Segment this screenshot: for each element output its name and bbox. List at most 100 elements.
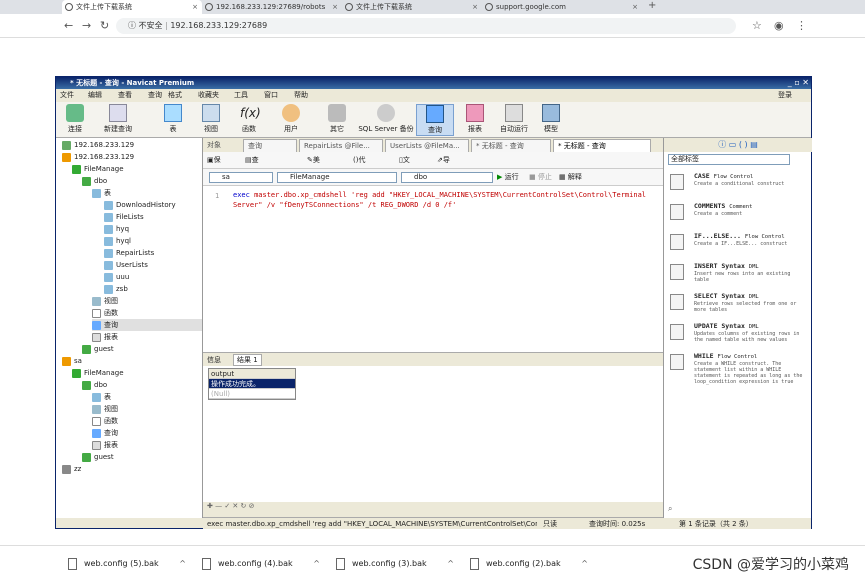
report-button[interactable]: 报表 [456,104,494,134]
server-select[interactable]: sa [209,172,273,183]
download-item[interactable]: web.config (3).bak ^ [324,554,454,574]
snippet-if-else[interactable]: IF...ELSE... Flow Control Create a IF...E… [670,232,808,260]
tree-item-connection[interactable]: 192.168.233.129 [62,139,134,151]
browser-tab[interactable]: 文件上传下载系统 × [342,0,482,14]
tree-item-table[interactable]: RepairLists [104,247,154,259]
tree-item-functions[interactable]: 函数 [92,415,118,427]
account-icon[interactable]: ◉ [774,19,784,32]
tree-item-database[interactable]: FileManage [72,367,124,379]
snippet-filter-select[interactable]: 全部标签 [668,154,790,165]
tree-item-table[interactable]: DownloadHistory [104,199,176,211]
export-result-button[interactable]: ⇗ 导出结果 [437,152,450,215]
tree-item-connection[interactable]: sa [62,355,82,367]
forward-icon[interactable]: → [82,19,91,32]
chevron-up-icon[interactable]: ^ [179,554,186,574]
tree-item-table[interactable]: hyq [104,223,129,235]
tree-item-table[interactable]: uuu [104,271,129,283]
tree-item-reports[interactable]: 报表 [92,331,118,343]
close-icon[interactable]: × [332,0,338,14]
tree-item-reports[interactable]: 报表 [92,439,118,451]
tree-item-table[interactable]: zsb [104,283,128,295]
search-icon[interactable]: ⌕ [668,504,672,514]
query-builder-button[interactable]: ▤ 查询创建工具 [245,152,259,249]
stop-button[interactable]: ■ 停止 [529,172,552,183]
snippet-button[interactable]: () 代码段 [353,152,365,198]
menu-tools[interactable]: 工具 [234,89,248,102]
tab-repairlists[interactable]: RepairLists @File... [299,139,383,152]
model-button[interactable]: 模型 [532,104,570,134]
snippet-while[interactable]: WHILE Flow Control Create a WHILE constru… [670,352,808,392]
table-button[interactable]: 表 [154,104,192,134]
table-row[interactable]: (Null) [209,389,295,399]
tab-userlists[interactable]: UserLists @FileMa... [385,139,469,152]
browser-tab[interactable]: 文件上传下载系统 × [62,0,202,14]
url-input[interactable]: ⓘ 不安全 | 192.168.233.129:27689 [116,18,736,34]
menu-format[interactable]: 格式 [168,89,182,102]
tree-item-tables[interactable]: 表 [92,391,111,403]
menu-help[interactable]: 帮助 [294,89,308,102]
tree-item-connection[interactable]: 192.168.233.129 [62,151,134,163]
tree-item-schema[interactable]: dbo [82,175,107,187]
menu-icon[interactable]: ⋮ [796,19,807,32]
login-link[interactable]: 登录 [778,89,792,102]
tree-item-schema[interactable]: guest [82,451,114,463]
menu-file[interactable]: 文件 [60,89,74,102]
browser-tab[interactable]: support.google.com × [482,0,642,14]
snippet-case[interactable]: CASE Flow Control Create a conditional co… [670,172,808,200]
tree-item-views[interactable]: 视图 [92,403,118,415]
menu-view[interactable]: 查看 [118,89,132,102]
nav-buttons[interactable]: ✚ — ✓ ✕ ↻ ⊘ [207,502,254,510]
tree-item-table[interactable]: FileLists [104,211,144,223]
window-controls[interactable]: _ ▫ ✕ [788,77,809,89]
user-button[interactable]: 用户 [272,104,310,134]
snippet-select[interactable]: SELECT Syntax DML Retrieve rows selected … [670,292,808,320]
schema-select[interactable]: dbo [401,172,493,183]
star-icon[interactable]: ☆ [752,19,762,32]
snippet-comments[interactable]: COMMENTS Comment Create a comment [670,202,808,230]
tab-result-1[interactable]: 结果 1 [233,354,262,366]
auto-run-button[interactable]: 自动运行 [492,104,536,134]
column-header[interactable]: output [209,369,295,379]
text-button[interactable]: ▯ 文本 [399,152,410,181]
menu-edit[interactable]: 编辑 [88,89,102,102]
tree-item-functions[interactable]: 函数 [92,307,118,319]
save-button[interactable]: ▣ 保存 [207,152,221,181]
explain-button[interactable]: ▦ 解释 [559,172,582,183]
sql-editor[interactable]: 1 exec master.dbo.xp_cmdshell 'reg add "… [203,186,663,352]
tree-item-queries[interactable]: 查询 [92,427,118,439]
function-button[interactable]: f(x) 函数 [230,104,268,134]
new-query-button[interactable]: 新建查询 [96,104,140,134]
back-icon[interactable]: ← [64,19,73,32]
tree-item-schema[interactable]: dbo [82,379,107,391]
database-select[interactable]: FileManage [277,172,397,183]
menu-window[interactable]: 窗口 [264,89,278,102]
new-tab-button[interactable]: + [648,0,656,11]
menu-query[interactable]: 查询 [148,89,162,102]
backup-button[interactable]: SQL Server 备份 [358,104,414,134]
snippet-update[interactable]: UPDATE Syntax DML Updates columns of exis… [670,322,808,350]
reload-icon[interactable]: ↻ [100,19,109,32]
browser-tab[interactable]: 192.168.233.129:27689/robots × [202,0,342,14]
table-row[interactable]: 操作成功完成。 [209,379,295,389]
tree-item-connection[interactable]: zz [62,463,81,475]
tab-info[interactable]: 信息 [207,355,221,365]
view-button[interactable]: 视图 [192,104,230,134]
tree-item-views[interactable]: 视图 [92,295,118,307]
chevron-up-icon[interactable]: ^ [447,554,454,574]
download-item[interactable]: web.config (2).bak ^ [458,554,588,574]
chevron-up-icon[interactable]: ^ [313,554,320,574]
tab-objects[interactable]: 对象 [203,139,239,152]
menu-favorites[interactable]: 收藏夹 [198,89,219,102]
connect-button[interactable]: 连接 [56,104,94,134]
close-icon[interactable]: × [632,0,638,14]
tree-item-queries[interactable]: 查询 [92,319,202,331]
tree-item-tables[interactable]: 表 [92,187,111,199]
chevron-up-icon[interactable]: ^ [581,554,588,574]
tree-item-table[interactable]: UserLists [104,259,148,271]
query-button[interactable]: 查询 [416,104,454,136]
tree-item-database[interactable]: FileManage [72,163,124,175]
download-item[interactable]: web.config (5).bak ^ [56,554,186,574]
tree-item-schema[interactable]: guest [82,343,114,355]
other-button[interactable]: 其它 [318,104,356,134]
tree-item-table[interactable]: hyql [104,235,131,247]
